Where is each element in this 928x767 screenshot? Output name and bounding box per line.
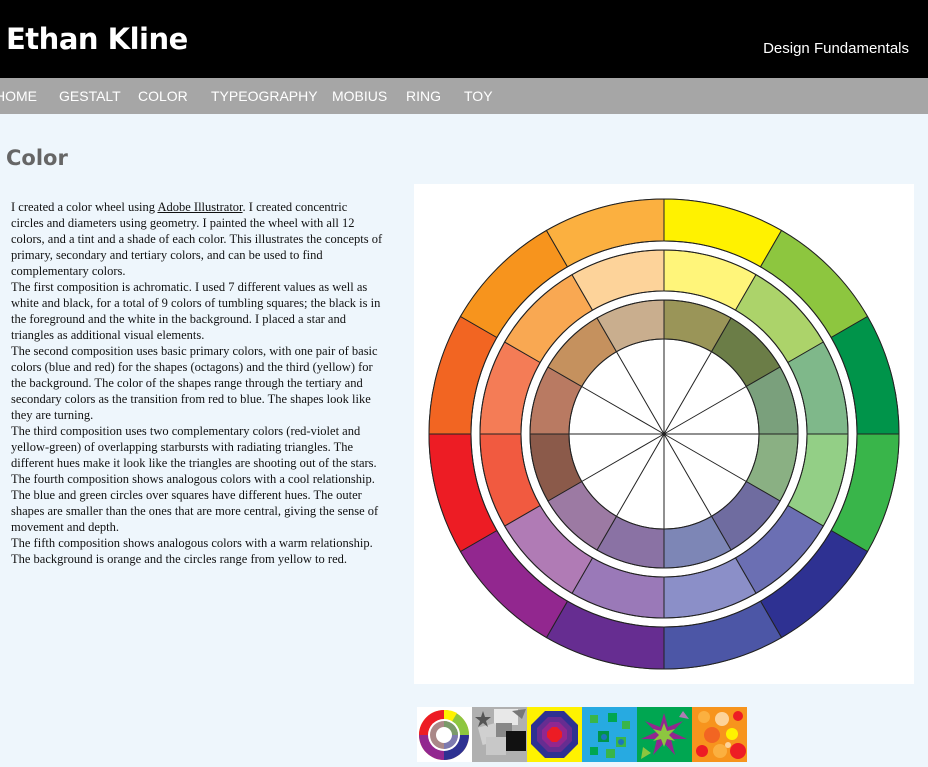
site-title[interactable]: Ethan Kline [6, 22, 188, 56]
nav-toy[interactable]: TOY [464, 88, 493, 104]
nav-color[interactable]: COLOR [138, 88, 188, 104]
thumb-warm-analogous[interactable] [692, 707, 747, 762]
paragraph-primary: The second composition uses basic primar… [11, 344, 378, 422]
thumb-achromatic[interactable] [472, 707, 527, 762]
color-wheel-graphic [428, 198, 900, 670]
thumb-color-wheel[interactable] [417, 707, 472, 762]
adobe-illustrator-link[interactable]: Adobe Illustrator [157, 200, 242, 214]
paragraph-warm: The fifth composition shows analogous co… [11, 536, 373, 566]
site-header: Ethan Kline Design Fundamentals [0, 0, 928, 78]
thumb-cool-analogous[interactable] [637, 707, 692, 762]
paragraph-cool: The fourth composition shows analogous c… [11, 472, 379, 534]
nav-mobius[interactable]: MOBIUS [332, 88, 387, 104]
nav-ring[interactable]: RING [406, 88, 441, 104]
page-title: Color [6, 146, 68, 170]
article-body: I created a color wheel using Adobe Illu… [11, 199, 383, 567]
site-tagline: Design Fundamentals [763, 40, 909, 57]
thumb-primary-colors[interactable] [527, 707, 582, 762]
color-wheel-image [414, 184, 914, 684]
paragraph-complementary: The third composition uses two complemen… [11, 424, 377, 470]
thumb-complementary[interactable] [582, 707, 637, 762]
nav-home[interactable]: HOME [0, 88, 37, 104]
paragraph-intro: I created a color wheel using Adobe Illu… [11, 199, 383, 279]
main-nav: HOME GESTALT COLOR TYPEOGRAPHY MOBIUS RI… [0, 78, 928, 114]
nav-gestalt[interactable]: GESTALT [59, 88, 121, 104]
paragraph-achromatic: The first composition is achromatic. I u… [11, 280, 381, 342]
nav-typeography[interactable]: TYPEOGRAPHY [211, 88, 318, 104]
paragraph-intro-start: I created a color wheel using [11, 200, 158, 214]
